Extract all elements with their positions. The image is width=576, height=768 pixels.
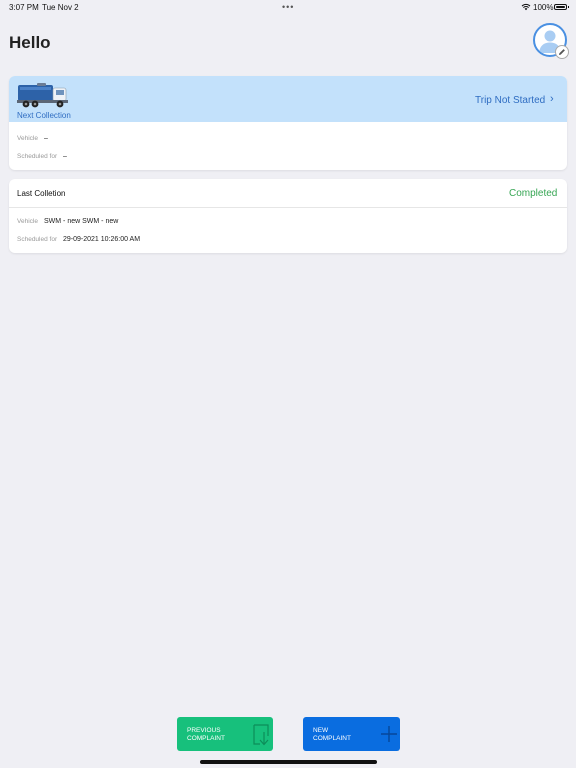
next-collection-card[interactable]: Next Collection Trip Not Started › Vehic…: [9, 76, 567, 170]
pencil-icon[interactable]: [555, 45, 569, 59]
last-vehicle-value: SWM - new SWM - new: [44, 218, 119, 225]
new-complaint-button[interactable]: NEW COMPLAINT: [303, 717, 400, 751]
next-vehicle-label: Vehicle: [17, 135, 38, 142]
previous-complaint-button[interactable]: PREVIOUS COMPLAINT: [177, 717, 273, 751]
last-vehicle-label: Vehicle: [17, 218, 38, 225]
chevron-right-icon[interactable]: ›: [550, 93, 554, 105]
battery-icon: [554, 4, 569, 10]
greeting-title: Hello: [9, 33, 51, 52]
last-scheduled-value: 29-09-2021 10:26:00 AM: [63, 236, 141, 243]
status-bar: 3:07 PM Tue Nov 2 ••• 100%: [0, 0, 576, 14]
wifi-icon: [521, 3, 531, 13]
divider: [9, 207, 567, 208]
previous-complaint-label: PREVIOUS COMPLAINT: [187, 727, 225, 742]
home-indicator[interactable]: [200, 760, 377, 764]
status-time: 3:07 PM: [9, 3, 39, 12]
garbage-truck-icon: [17, 82, 69, 113]
last-collection-card[interactable]: Last Colletion Completed Vehicle SWM - n…: [9, 179, 567, 253]
download-icon: [252, 724, 271, 749]
completed-status-badge: Completed: [509, 188, 558, 199]
last-collection-title: Last Colletion: [17, 189, 66, 198]
next-scheduled-value: –: [63, 153, 67, 160]
next-collection-label: Next Collection: [17, 111, 71, 120]
plus-icon: [380, 725, 398, 746]
multitasking-dots[interactable]: •••: [282, 2, 294, 12]
trip-status-text[interactable]: Trip Not Started: [475, 95, 545, 106]
new-complaint-label: NEW COMPLAINT: [313, 727, 351, 742]
next-vehicle-value: –: [44, 135, 48, 142]
status-date: Tue Nov 2: [42, 3, 79, 12]
last-scheduled-label: Scheduled for: [17, 236, 58, 243]
next-scheduled-label: Scheduled for: [17, 153, 58, 160]
next-collection-banner[interactable]: Next Collection Trip Not Started ›: [9, 76, 567, 122]
battery-percent: 100%: [533, 3, 554, 12]
